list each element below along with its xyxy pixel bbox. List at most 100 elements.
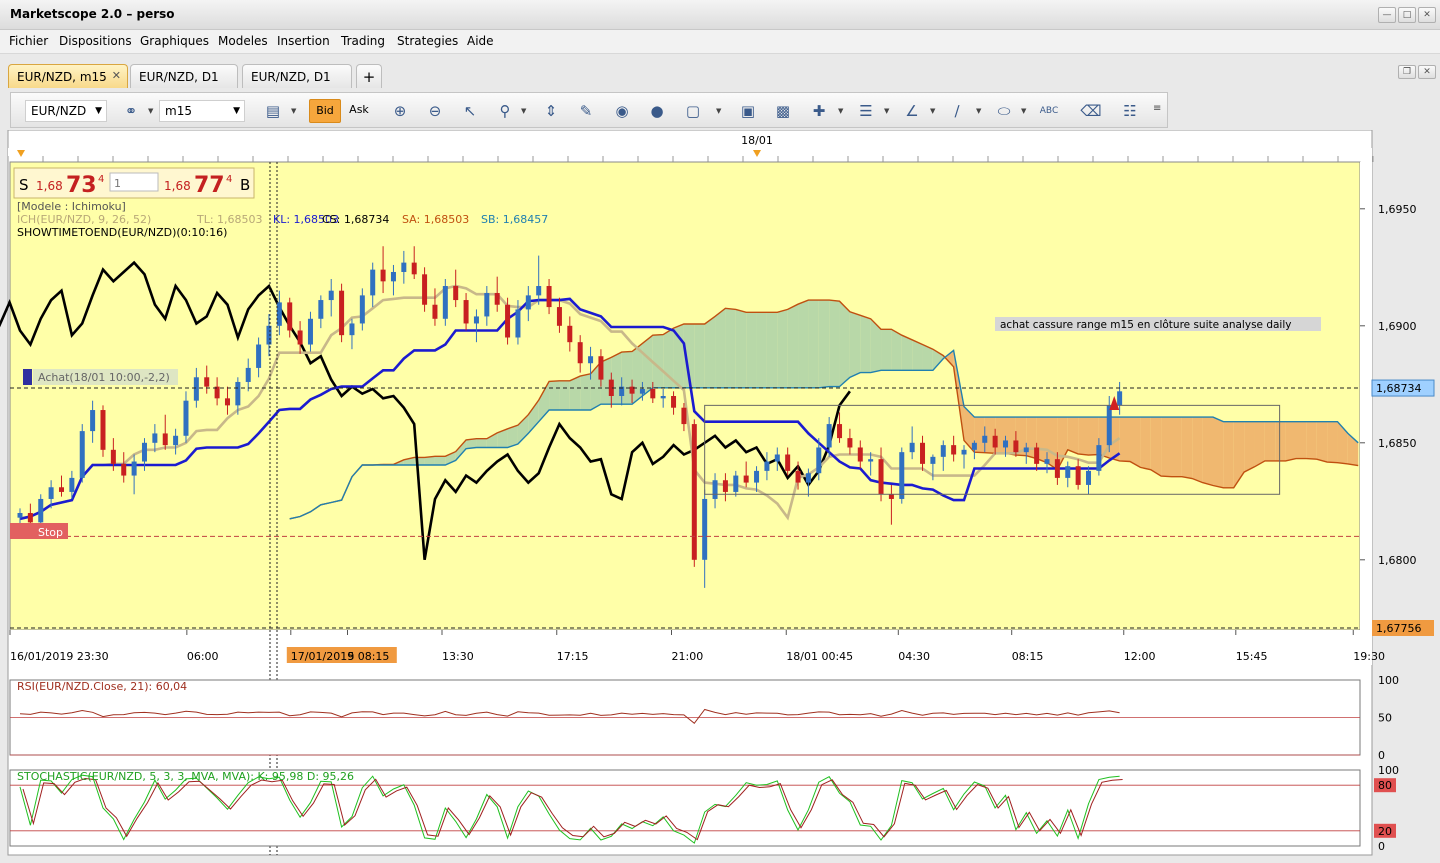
candle-body: [681, 407, 687, 425]
candle-body: [805, 473, 811, 483]
chart-area[interactable]: 18/01 1,6950 1,6900 1,6850 1,6800 16/01/2019 …: [0, 129, 1440, 860]
bid-button[interactable]: Bid: [309, 99, 341, 123]
dropdown-arrow-icon[interactable]: ▼: [1021, 107, 1026, 115]
dropdown-arrow-icon[interactable]: ▼: [148, 107, 153, 115]
candle-body: [245, 367, 251, 382]
candle-body: [650, 388, 656, 399]
fan-icon[interactable]: ∠: [899, 99, 925, 123]
stoch-level-label: 100: [1378, 764, 1399, 777]
candle-body: [515, 309, 521, 338]
menu-item-strategies[interactable]: Strategies: [397, 34, 458, 48]
candle-body: [339, 290, 345, 336]
toolbar-overflow-icon[interactable]: ≡: [1153, 103, 1161, 114]
candle-body: [774, 454, 780, 462]
candle-body: [671, 396, 677, 408]
ellipse-tool-icon[interactable]: ⬭: [991, 99, 1017, 123]
instrument-select[interactable]: EUR/NZD ▼: [25, 100, 107, 122]
cloud-segment: [1244, 421, 1255, 473]
chart-toolbar: EUR/NZD ▼ ⚭ ▼ m15 ▼ ▤ ▼ Bid Ask ⊕ ⊖ ↖ ⚲ …: [10, 92, 1168, 128]
candle-body: [702, 498, 708, 560]
close-chart-icon[interactable]: ✕: [1418, 65, 1436, 79]
candle-body: [256, 344, 262, 368]
maximize-icon[interactable]: □: [1398, 7, 1416, 23]
fit-icon[interactable]: ⇕: [538, 99, 564, 123]
dropdown-arrow-icon[interactable]: ▼: [291, 107, 296, 115]
add-tab-button[interactable]: +: [356, 64, 382, 88]
ask-button[interactable]: Ask: [344, 99, 374, 123]
hierarchy-icon[interactable]: ☷: [1117, 99, 1143, 123]
candle-body: [764, 461, 770, 471]
crosshair-icon[interactable]: ✚: [806, 99, 832, 123]
cloud-segment: [611, 352, 622, 405]
cursor-icon[interactable]: ↖: [457, 99, 483, 123]
print-icon[interactable]: ▩: [770, 99, 796, 123]
candle-body: [183, 400, 189, 436]
link-icon[interactable]: ⚭: [118, 99, 144, 123]
sell-pip: 4: [98, 174, 104, 185]
indicator-list-icon[interactable]: ☰: [853, 99, 879, 123]
candle-body: [837, 424, 843, 439]
tab-eurnzd-m15[interactable]: EUR/NZD, m15 ✕: [8, 64, 128, 88]
cloud-segment: [715, 308, 726, 388]
cloud-segment: [1327, 421, 1338, 463]
properties-icon[interactable]: ✎: [573, 99, 599, 123]
sell-label: S: [19, 176, 29, 194]
close-tab-icon[interactable]: ✕: [112, 69, 121, 82]
cloud-segment: [860, 315, 871, 373]
eraser-icon[interactable]: ⌫: [1078, 99, 1104, 123]
sa-label: SA: 1,68503: [402, 213, 469, 226]
cloud-segment: [881, 329, 892, 371]
image-icon[interactable]: ▣: [735, 99, 761, 123]
ruler-icon[interactable]: ▢: [680, 99, 706, 123]
candle-body: [588, 356, 594, 364]
cloud-segment: [642, 335, 653, 396]
restore-chart-icon[interactable]: ❐: [1398, 65, 1416, 79]
candle-body: [359, 295, 365, 324]
close-icon[interactable]: ✕: [1418, 7, 1436, 23]
zoom-out-icon[interactable]: ⊖: [422, 99, 448, 123]
dropdown-arrow-icon[interactable]: ▼: [521, 107, 526, 115]
dropdown-arrow-icon[interactable]: ▼: [930, 107, 935, 115]
candle-body: [463, 300, 469, 324]
chart-svg[interactable]: 18/011,69501,69001,68501,680016/01/2019 …: [0, 129, 1440, 860]
cloud-segment: [756, 312, 767, 388]
menu-item-modeles[interactable]: Modeles: [218, 34, 268, 48]
line-tool-icon[interactable]: ∕: [944, 99, 970, 123]
candle-body: [577, 342, 583, 364]
menu-item-dispositions[interactable]: Dispositions: [59, 34, 132, 48]
chart-style-icon[interactable]: ▤: [260, 99, 286, 123]
annotation-text: achat cassure range m15 en clôture suite…: [1000, 319, 1291, 331]
timeframe-select[interactable]: m15 ▼: [159, 100, 245, 122]
menu-item-fichier[interactable]: Fichier: [9, 34, 48, 48]
minimize-icon[interactable]: —: [1378, 7, 1396, 23]
zoom-area-icon[interactable]: ⚲: [492, 99, 518, 123]
candle-body: [1086, 470, 1092, 485]
dropdown-arrow-icon[interactable]: ▼: [716, 107, 721, 115]
candle-body: [411, 262, 417, 275]
candle-body: [992, 435, 998, 448]
candle-body: [940, 445, 946, 457]
y-tick-label: 1,6800: [1378, 554, 1417, 567]
tab-eurnzd-d1-2[interactable]: EUR/NZD, D1: [242, 64, 352, 88]
dropdown-arrow-icon[interactable]: ▼: [884, 107, 889, 115]
text-tool-icon[interactable]: ABC: [1036, 99, 1062, 123]
menu-item-trading[interactable]: Trading: [341, 34, 385, 48]
eye-icon[interactable]: ◉: [609, 99, 635, 123]
candle-body: [110, 449, 116, 464]
menu-item-graphiques[interactable]: Graphiques: [140, 34, 209, 48]
menu-item-insertion[interactable]: Insertion: [277, 34, 330, 48]
zoom-in-icon[interactable]: ⊕: [387, 99, 413, 123]
dropdown-arrow-icon[interactable]: ▼: [976, 107, 981, 115]
tab-eurnzd-d1[interactable]: EUR/NZD, D1: [130, 64, 238, 88]
menu-item-aide[interactable]: Aide: [467, 34, 494, 48]
candle-body: [90, 410, 96, 432]
candle-body: [266, 325, 272, 345]
sell-price: 73: [66, 173, 97, 198]
title-bar: Marketscope 2.0 – perso — □ ✕: [0, 0, 1440, 30]
globe-icon[interactable]: ●: [644, 99, 670, 123]
cloud-segment: [704, 316, 716, 388]
dropdown-arrow-icon[interactable]: ▼: [838, 107, 843, 115]
candle-body: [909, 442, 915, 453]
candle-body: [961, 449, 967, 455]
candle-body: [525, 295, 531, 310]
